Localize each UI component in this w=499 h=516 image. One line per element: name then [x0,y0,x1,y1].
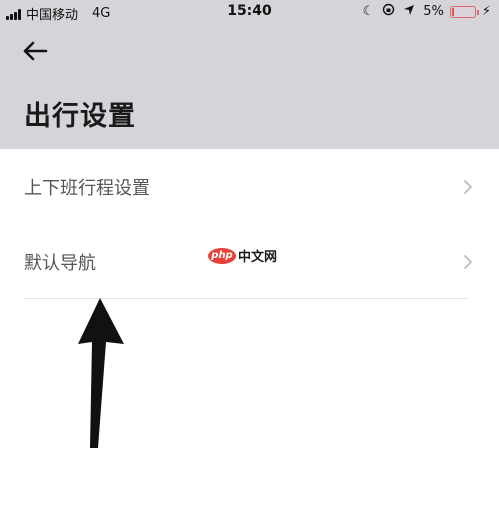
list-item-label: 默认导航 [24,252,96,274]
rotation-lock-icon [382,3,395,20]
back-arrow-icon[interactable] [22,40,48,62]
battery-percent: 5% [423,4,444,19]
location-icon [403,4,415,20]
battery-icon [449,5,479,18]
page-header: 出行设置 [0,24,499,149]
chevron-right-icon [464,179,472,194]
status-bar: 中国移动 4G 15:40 ☾ 5% ⚡ [0,0,499,24]
list-item-commute-settings[interactable]: 上下班行程设置 [0,149,499,224]
watermark-logo: php [208,247,236,264]
page-title: 出行设置 [24,101,136,132]
chevron-right-icon [464,254,472,269]
moon-icon: ☾ [362,4,375,19]
status-right: ☾ 5% ⚡ [355,3,491,20]
list-item-label: 上下班行程设置 [24,177,150,199]
watermark: php 中文网 [208,246,277,265]
annotation-arrow-icon [78,298,124,448]
watermark-text: 中文网 [238,250,278,265]
settings-list: 上下班行程设置 默认导航 [0,149,499,299]
charging-bolt-icon: ⚡ [481,4,491,19]
